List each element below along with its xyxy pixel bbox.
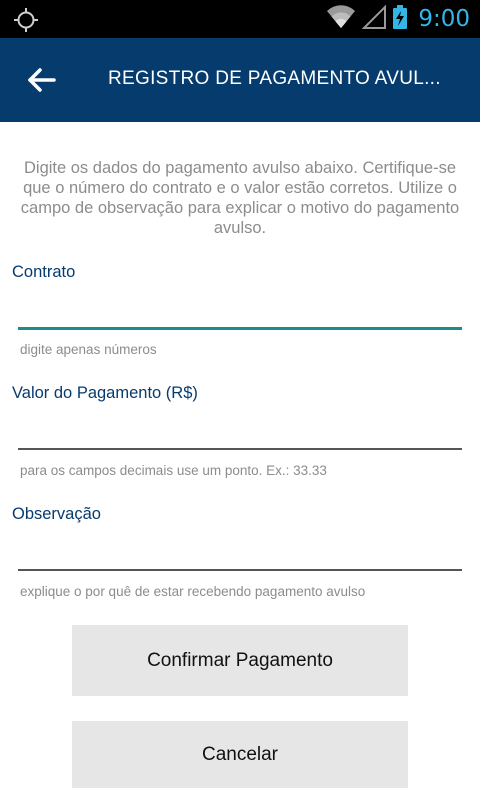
signal-icon (361, 4, 387, 34)
clock: 9:00 (418, 6, 470, 32)
wifi-icon (326, 4, 356, 34)
intro-text: Digite os dados do pagamento avulso abai… (20, 159, 460, 237)
battery-charging-icon (392, 4, 408, 35)
observacao-hint: explique o por quê de estar recebendo pa… (20, 584, 366, 599)
valor-input[interactable] (18, 415, 462, 449)
contrato-label: Contrato (12, 263, 76, 281)
contrato-underline (18, 327, 462, 330)
observacao-underline (18, 569, 462, 571)
arrow-left-icon[interactable] (26, 64, 58, 96)
cancel-button[interactable]: Cancelar (72, 721, 408, 788)
page-title: REGISTRO DE PAGAMENTO AVUL... (108, 68, 441, 89)
valor-underline (18, 448, 462, 450)
contrato-hint: digite apenas números (20, 342, 157, 357)
valor-hint: para os campos decimais use um ponto. Ex… (20, 463, 327, 478)
app-bar: REGISTRO DE PAGAMENTO AVUL... (0, 38, 480, 122)
confirm-payment-button[interactable]: Confirmar Pagamento (72, 625, 408, 696)
observacao-label: Observação (12, 505, 101, 523)
valor-label: Valor do Pagamento (R$) (12, 384, 198, 402)
contrato-input[interactable] (18, 294, 462, 328)
status-bar: 9:00 (0, 0, 480, 38)
observacao-input[interactable] (18, 536, 462, 570)
gps-icon (13, 7, 39, 33)
